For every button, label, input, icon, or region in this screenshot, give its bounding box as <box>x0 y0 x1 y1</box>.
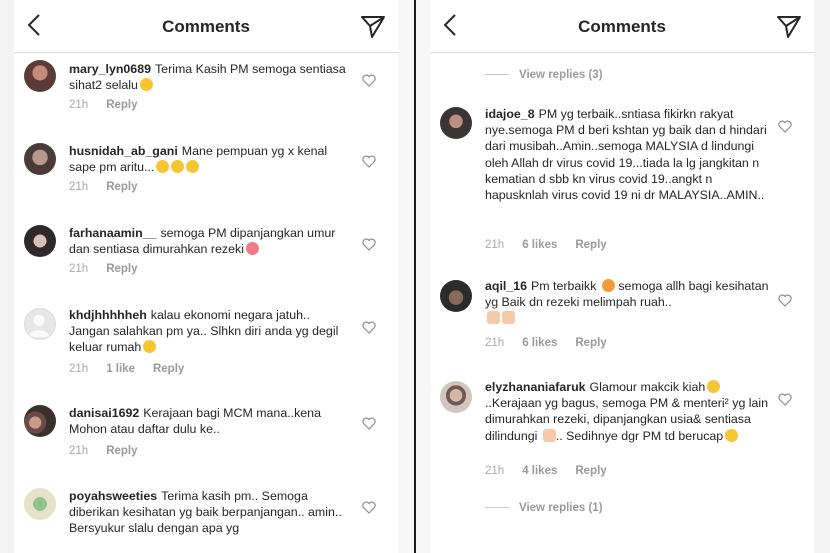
clap-emoji-icon <box>542 428 556 442</box>
comment-time: 21h <box>69 99 89 111</box>
clap-emoji-icon <box>502 311 515 325</box>
screen-edge-left <box>0 0 14 553</box>
fire-emoji-icon <box>601 279 615 292</box>
comment-item: danisai1692 Kerajaan bagi MCM mana..kena … <box>14 402 398 472</box>
emoji-icon <box>186 160 200 174</box>
comment-item: elyzhananiafaruk Glamour makcik kiah..Ker… <box>430 376 814 486</box>
comment-time: 21h <box>69 181 89 193</box>
like-count[interactable]: 4 likes <box>522 465 557 477</box>
comment-item: husnidah_ab_gani Mane pempuan yg x kenal … <box>14 140 398 210</box>
sad-emoji-icon <box>725 428 739 442</box>
comment-text: Pm terbaikk <box>531 279 597 293</box>
pray-emoji-icon <box>139 78 153 92</box>
comment-text: PM yg terbaik..sntiasa fikirkn rakyat ny… <box>485 107 767 203</box>
comment-time: 21h <box>69 445 89 457</box>
reply-button[interactable]: Reply <box>106 263 137 275</box>
comment-time: 21h <box>485 239 505 251</box>
comment-time: 21h <box>69 363 89 375</box>
avatar[interactable] <box>24 60 56 92</box>
reply-button[interactable]: Reply <box>153 363 184 375</box>
comment-time: 21h <box>69 263 89 275</box>
comment-item: idajoe_8 PM yg terbaik..sntiasa fikirkn r… <box>430 103 814 263</box>
divider-line <box>485 74 509 76</box>
heart-outline-icon[interactable] <box>778 294 792 307</box>
avatar[interactable] <box>24 405 56 437</box>
heart-outline-icon[interactable] <box>362 74 376 87</box>
heart-outline-icon[interactable] <box>362 155 376 168</box>
heart-outline-icon[interactable] <box>362 417 376 430</box>
username[interactable]: khdjhhhhheh <box>69 308 147 322</box>
screen-edge-right <box>814 0 830 553</box>
emoji-icon <box>143 340 157 354</box>
view-replies-button[interactable]: View replies (1) <box>485 502 603 514</box>
comment-text-continued: semoga allh bagi kesihatan yg Baik dn re… <box>485 279 769 310</box>
reply-button[interactable]: Reply <box>575 337 606 349</box>
username[interactable]: idajoe_8 <box>485 107 535 121</box>
username[interactable]: husnidah_ab_gani <box>69 144 178 158</box>
avatar[interactable] <box>24 488 56 520</box>
reply-button[interactable]: Reply <box>106 445 137 457</box>
paper-plane-icon[interactable] <box>776 13 802 39</box>
reply-button[interactable]: Reply <box>106 181 137 193</box>
comment-item: farhanaamin__ semoga PM dipanjangkan umur… <box>14 222 398 292</box>
page-title: Comments <box>162 17 250 36</box>
username[interactable]: danisai1692 <box>69 406 139 420</box>
emoji-icon <box>707 380 721 393</box>
comment-item: mary_lyn0689 Terima Kasih PM semoga senti… <box>14 58 398 128</box>
header: Comments <box>14 0 398 53</box>
comment-time: 21h <box>485 465 505 477</box>
avatar[interactable] <box>440 280 472 312</box>
emoji-icon <box>156 160 170 174</box>
panel-gap <box>416 0 430 553</box>
avatar[interactable] <box>24 225 56 257</box>
username[interactable]: poyahsweeties <box>69 489 157 503</box>
reply-button[interactable]: Reply <box>106 99 137 111</box>
comment-text: Glamour makcik kiah <box>589 380 706 394</box>
comments-screen-left: Comments mary_lyn0689 Terima Kasih PM sem… <box>14 0 398 553</box>
page-title: Comments <box>578 17 666 36</box>
heart-outline-icon[interactable] <box>362 501 376 514</box>
like-count[interactable]: 1 like <box>106 363 135 375</box>
heart-outline-icon[interactable] <box>362 321 376 334</box>
panel-gap <box>398 0 414 553</box>
avatar[interactable] <box>440 107 472 139</box>
reply-button[interactable]: Reply <box>575 239 606 251</box>
clap-emoji-icon <box>487 311 500 325</box>
smiling-hearts-emoji-icon <box>245 242 259 256</box>
avatar[interactable] <box>24 308 56 340</box>
comment-text-continued: .. Sedihnye dgr PM td berucap <box>555 428 724 443</box>
view-replies-button[interactable]: View replies (3) <box>485 69 603 81</box>
emoji-icon <box>171 160 185 174</box>
heart-outline-icon[interactable] <box>778 120 792 133</box>
header: Comments <box>430 0 814 53</box>
avatar[interactable] <box>24 143 56 175</box>
comment-time: 21h <box>485 337 505 349</box>
username[interactable]: farhanaamin__ <box>69 226 156 240</box>
reply-button[interactable]: Reply <box>575 465 606 477</box>
avatar[interactable] <box>440 381 472 413</box>
comment-item: khdjhhhhheh kalau ekonomi negara jatuh.. … <box>14 304 398 394</box>
username[interactable]: elyzhananiafaruk <box>485 380 586 394</box>
heart-outline-icon[interactable] <box>362 238 376 251</box>
divider-line <box>485 507 509 509</box>
heart-outline-icon[interactable] <box>778 393 792 406</box>
comments-screen-right: Comments View replies (3) idajoe_8 PM yg … <box>430 0 814 553</box>
paper-plane-icon[interactable] <box>360 13 386 39</box>
like-count[interactable]: 6 likes <box>522 337 557 349</box>
username[interactable]: aqil_16 <box>485 279 527 293</box>
like-count[interactable]: 6 likes <box>522 239 557 251</box>
default-avatar-icon <box>28 314 50 338</box>
username[interactable]: mary_lyn0689 <box>69 62 151 76</box>
comment-item: aqil_16 Pm terbaikk semoga allh bagi kesi… <box>430 275 814 355</box>
comment-item: poyahsweeties Terima kasih pm.. Semoga di… <box>14 485 398 553</box>
